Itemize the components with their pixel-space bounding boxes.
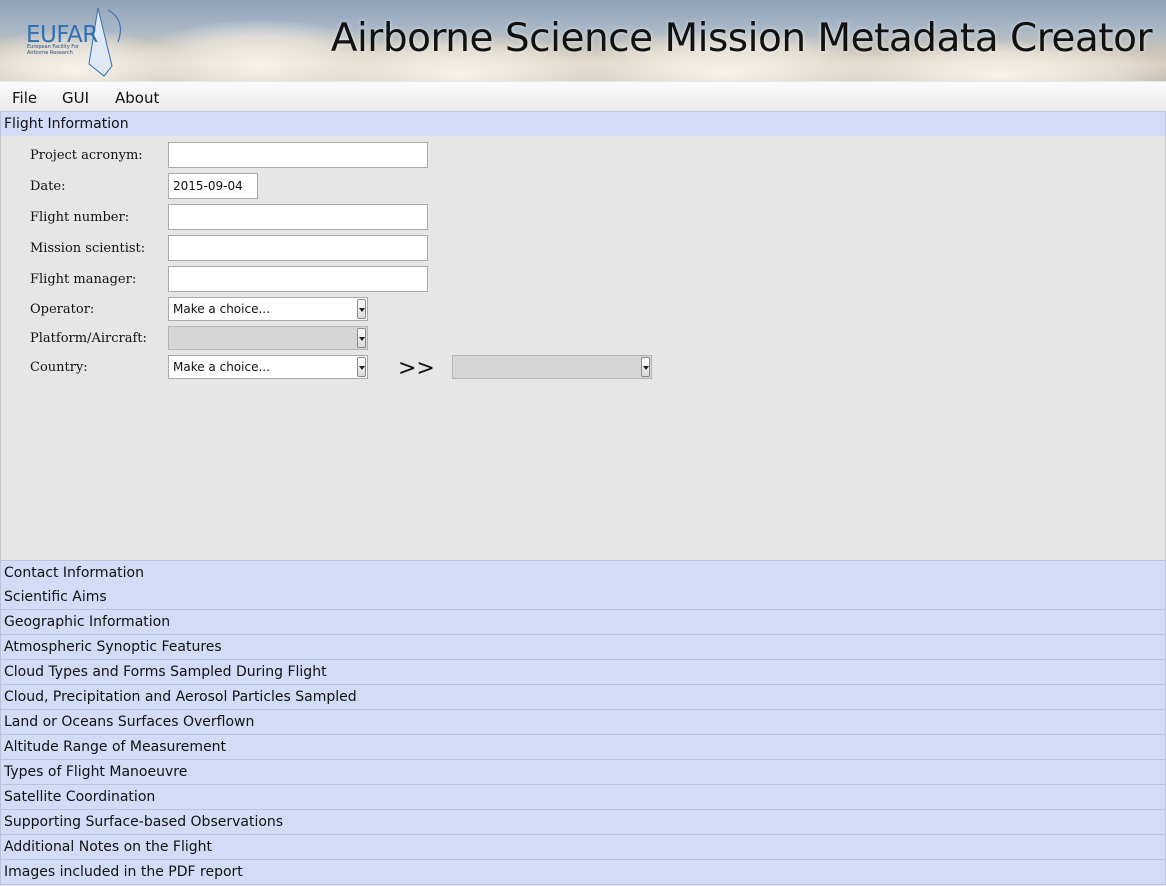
section-label: Images included in the PDF report bbox=[4, 864, 243, 880]
date-label: Date: bbox=[30, 179, 66, 194]
chevron-down-icon[interactable] bbox=[641, 357, 650, 377]
country-label: Country: bbox=[30, 360, 88, 375]
section-label: Flight Information bbox=[4, 116, 129, 132]
section-label: Scientific Aims bbox=[4, 589, 107, 605]
menu-file[interactable]: File bbox=[12, 89, 37, 107]
chevron-down-icon[interactable] bbox=[357, 299, 366, 319]
project-acronym-input[interactable] bbox=[168, 142, 428, 168]
section-label: Atmospheric Synoptic Features bbox=[4, 639, 222, 655]
section-label: Land or Oceans Surfaces Overflown bbox=[4, 714, 255, 730]
double-arrow-icon: >> bbox=[398, 356, 435, 381]
section-label: Satellite Coordination bbox=[4, 789, 156, 805]
menu-about[interactable]: About bbox=[115, 89, 159, 107]
flight-manager-input[interactable] bbox=[168, 266, 428, 292]
section-label: Altitude Range of Measurement bbox=[4, 739, 227, 755]
chevron-down-icon[interactable] bbox=[357, 328, 366, 348]
mission-scientist-label: Mission scientist: bbox=[30, 241, 146, 256]
menu-bar: File GUI About bbox=[0, 82, 1166, 112]
section-surfaces-overflown[interactable]: Land or Oceans Surfaces Overflown bbox=[0, 710, 1166, 735]
flight-number-input[interactable] bbox=[168, 204, 428, 230]
section-label: Cloud Types and Forms Sampled During Fli… bbox=[4, 664, 327, 680]
app-title: Airborne Science Mission Metadata Creato… bbox=[330, 16, 1153, 61]
section-geographic-information[interactable]: Geographic Information bbox=[0, 610, 1166, 635]
section-cloud-types[interactable]: Cloud Types and Forms Sampled During Fli… bbox=[0, 660, 1166, 685]
section-label: Types of Flight Manoeuvre bbox=[4, 764, 188, 780]
country-select[interactable]: Make a choice... bbox=[168, 355, 368, 379]
logo-subtext: European Facility For Airborne Research bbox=[27, 44, 80, 56]
section-label: Contact Information bbox=[4, 565, 144, 581]
section-satellite-coordination[interactable]: Satellite Coordination bbox=[0, 785, 1166, 810]
country-region-select[interactable] bbox=[452, 355, 652, 379]
section-flight-information[interactable]: Flight Information bbox=[0, 111, 1166, 137]
section-flight-manoeuvre[interactable]: Types of Flight Manoeuvre bbox=[0, 760, 1166, 785]
chevron-down-icon[interactable] bbox=[357, 357, 366, 377]
flight-manager-label: Flight manager: bbox=[30, 272, 137, 287]
section-altitude-range[interactable]: Altitude Range of Measurement bbox=[0, 735, 1166, 760]
section-label: Geographic Information bbox=[4, 614, 171, 630]
menu-gui[interactable]: GUI bbox=[62, 89, 89, 107]
operator-selected-value: Make a choice... bbox=[173, 302, 270, 316]
section-label: Additional Notes on the Flight bbox=[4, 839, 213, 855]
platform-label: Platform/Aircraft: bbox=[30, 331, 147, 346]
section-label: Cloud, Precipitation and Aerosol Particl… bbox=[4, 689, 357, 705]
date-input[interactable] bbox=[168, 173, 258, 199]
flight-information-panel: Project acronym: Date: Flight number: Mi… bbox=[0, 136, 1166, 560]
country-selected-value: Make a choice... bbox=[173, 360, 270, 374]
operator-select[interactable]: Make a choice... bbox=[168, 297, 368, 321]
section-pdf-images[interactable]: Images included in the PDF report bbox=[0, 860, 1166, 885]
section-cloud-precipitation-aerosol[interactable]: Cloud, Precipitation and Aerosol Particl… bbox=[0, 685, 1166, 710]
flight-number-label: Flight number: bbox=[30, 210, 130, 225]
section-additional-notes[interactable]: Additional Notes on the Flight bbox=[0, 835, 1166, 860]
operator-label: Operator: bbox=[30, 302, 95, 317]
project-acronym-label: Project acronym: bbox=[30, 148, 143, 163]
app-banner: EUFAR European Facility For Airborne Res… bbox=[0, 0, 1166, 81]
section-surface-observations[interactable]: Supporting Surface-based Observations bbox=[0, 810, 1166, 835]
section-label: Supporting Surface-based Observations bbox=[4, 814, 284, 830]
eufar-logo: EUFAR European Facility For Airborne Res… bbox=[22, 6, 132, 78]
section-atmospheric-synoptic-features[interactable]: Atmospheric Synoptic Features bbox=[0, 635, 1166, 660]
mission-scientist-input[interactable] bbox=[168, 235, 428, 261]
platform-select[interactable] bbox=[168, 326, 368, 350]
section-scientific-aims[interactable]: Scientific Aims bbox=[0, 585, 1166, 610]
section-contact-information[interactable]: Contact Information bbox=[0, 560, 1166, 586]
